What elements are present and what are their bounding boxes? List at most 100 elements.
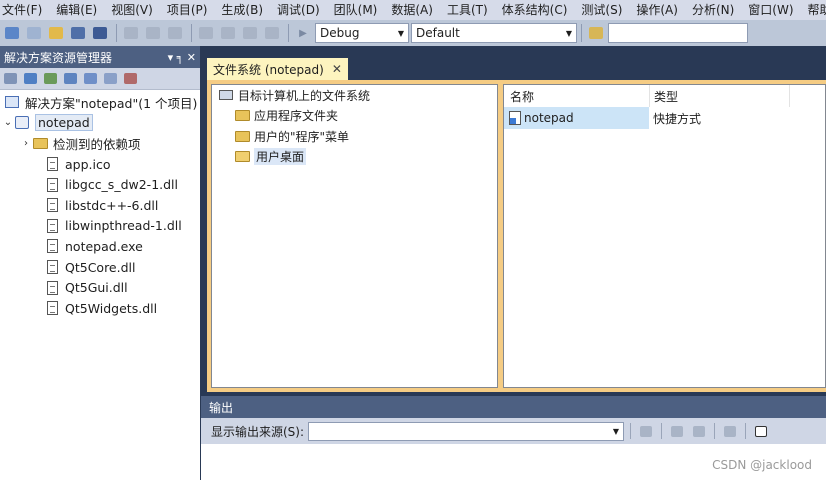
output-source-select[interactable]: ▼ — [308, 421, 625, 441]
file-system-tree: 目标计算机上的文件系统 应用程序文件夹 用户的"程序"菜单 用户桌面 — [211, 84, 498, 388]
find-in-files-button[interactable] — [586, 23, 606, 43]
toolbar-separator — [745, 423, 747, 439]
copy-button[interactable] — [143, 23, 163, 43]
tree-item-file[interactable]: libwinpthread-1.dll — [0, 216, 200, 237]
file-types-editor-icon — [64, 73, 77, 84]
previous-message-button[interactable] — [668, 422, 686, 440]
solution-explorer-header: 解决方案资源管理器 ▾ ╕ ✕ — [0, 46, 200, 68]
user-interface-editor-icon — [84, 73, 97, 84]
menu-view[interactable]: 视图(V) — [104, 0, 160, 20]
paste-icon — [168, 27, 182, 39]
chevron-down-icon: ▼ — [565, 28, 572, 38]
tab-file-system[interactable]: 文件系统 (notepad) ✕ — [207, 58, 348, 80]
new-project-button[interactable] — [2, 23, 22, 43]
output-title: 输出 — [209, 400, 234, 415]
chevron-right-icon[interactable]: › — [20, 138, 32, 149]
column-header-blank — [789, 85, 825, 107]
shortcut-icon — [509, 111, 521, 125]
menu-build[interactable]: 生成(B) — [214, 0, 270, 20]
tree-item-label: notepad — [35, 114, 93, 132]
save-all-button[interactable] — [90, 23, 110, 43]
add-item-button[interactable] — [24, 23, 44, 43]
chevron-down-icon[interactable]: ⌄ — [2, 117, 14, 128]
solution-tree: 解决方案"notepad"(1 个项目) ⌄ notepad › 检测到的依赖项… — [0, 90, 200, 319]
fs-item-user-desktop[interactable]: 用户桌面 — [212, 147, 497, 168]
toolbar-separator — [116, 24, 117, 42]
file-system-editor-button[interactable] — [22, 71, 39, 87]
undo-button[interactable] — [196, 23, 216, 43]
menu-analyze[interactable]: 分析(N) — [685, 0, 741, 20]
menu-data[interactable]: 数据(A) — [384, 0, 440, 20]
fs-item-label: 应用程序文件夹 — [254, 109, 339, 124]
toolbar-separator — [661, 423, 663, 439]
tree-item-file[interactable]: notepad.exe — [0, 236, 200, 257]
properties-button[interactable] — [2, 71, 19, 87]
platform-value: Default — [416, 26, 460, 40]
tree-item-dependencies[interactable]: › 检测到的依赖项 — [0, 133, 200, 154]
launch-conditions-editor-icon — [124, 73, 137, 84]
launch-conditions-editor-button[interactable] — [122, 71, 139, 87]
open-folder-icon — [234, 150, 250, 164]
fs-item-programs-menu[interactable]: 用户的"程序"菜单 — [212, 126, 497, 147]
list-item-name-text: notepad — [524, 111, 574, 125]
menu-project[interactable]: 项目(P) — [160, 0, 215, 20]
file-icon — [44, 177, 60, 193]
start-debugging-button[interactable]: ▶ — [293, 23, 313, 43]
column-header-type[interactable]: 类型 — [649, 85, 789, 107]
user-interface-editor-button[interactable] — [82, 71, 99, 87]
open-file-button[interactable] — [46, 23, 66, 43]
find-message-button[interactable] — [637, 422, 655, 440]
list-item[interactable]: notepad 快捷方式 — [504, 107, 825, 129]
tree-item-label: app.ico — [65, 156, 111, 172]
menu-team[interactable]: 团队(M) — [327, 0, 385, 20]
tree-item-project[interactable]: ⌄ notepad — [0, 113, 200, 134]
output-content[interactable]: CSDN @jacklood — [201, 444, 826, 480]
properties-icon — [4, 73, 17, 84]
toggle-word-wrap-button[interactable] — [752, 422, 770, 440]
paste-button[interactable] — [165, 23, 185, 43]
tree-item-solution[interactable]: 解决方案"notepad"(1 个项目) — [0, 92, 200, 113]
navigate-back-button[interactable] — [240, 23, 260, 43]
cut-button[interactable] — [121, 23, 141, 43]
panel-window-controls[interactable]: ▾ ╕ ✕ — [168, 51, 196, 64]
menu-debug[interactable]: 调试(D) — [270, 0, 327, 20]
tree-item-label: notepad.exe — [65, 238, 143, 254]
column-header-name[interactable]: 名称 — [504, 88, 649, 105]
save-button[interactable] — [68, 23, 88, 43]
toolbar-separator — [714, 423, 716, 439]
menu-test[interactable]: 测试(S) — [574, 0, 629, 20]
tree-item-file[interactable]: Qt5Core.dll — [0, 257, 200, 278]
find-input[interactable] — [608, 23, 748, 43]
close-icon[interactable]: ✕ — [332, 62, 342, 76]
tree-item-file[interactable]: libstdc++-6.dll — [0, 195, 200, 216]
next-message-button[interactable] — [690, 422, 708, 440]
redo-button[interactable] — [218, 23, 238, 43]
navigate-forward-button[interactable] — [262, 23, 282, 43]
menu-edit[interactable]: 编辑(E) — [49, 0, 104, 20]
platform-select[interactable]: Default ▼ — [411, 23, 577, 43]
configuration-select[interactable]: Debug ▼ — [315, 23, 409, 43]
menu-architecture[interactable]: 体系结构(C) — [495, 0, 575, 20]
navigate-back-icon — [243, 27, 257, 39]
registry-editor-button[interactable] — [42, 71, 59, 87]
file-types-editor-button[interactable] — [62, 71, 79, 87]
toolbar-separator — [191, 24, 192, 42]
tree-item-file[interactable]: app.ico — [0, 154, 200, 175]
fs-item-target-machine[interactable]: 目标计算机上的文件系统 — [212, 85, 497, 106]
clear-all-button[interactable] — [721, 422, 739, 440]
menu-help[interactable]: 帮助 — [801, 0, 826, 20]
menu-actions[interactable]: 操作(A) — [629, 0, 685, 20]
find-in-files-icon — [589, 27, 603, 39]
custom-actions-editor-button[interactable] — [102, 71, 119, 87]
menu-window[interactable]: 窗口(W) — [741, 0, 800, 20]
tree-item-file[interactable]: Qt5Widgets.dll — [0, 298, 200, 319]
fs-item-label: 用户桌面 — [254, 148, 307, 166]
fs-item-application-folder[interactable]: 应用程序文件夹 — [212, 106, 497, 127]
find-message-icon — [640, 425, 653, 437]
tree-item-file[interactable]: Qt5Gui.dll — [0, 277, 200, 298]
fs-item-label: 目标计算机上的文件系统 — [238, 88, 371, 103]
menu-tools[interactable]: 工具(T) — [440, 0, 495, 20]
output-source-label: 显示输出来源(S): — [211, 424, 305, 439]
menu-file[interactable]: 文件(F) — [0, 0, 49, 20]
tree-item-file[interactable]: libgcc_s_dw2-1.dll — [0, 174, 200, 195]
